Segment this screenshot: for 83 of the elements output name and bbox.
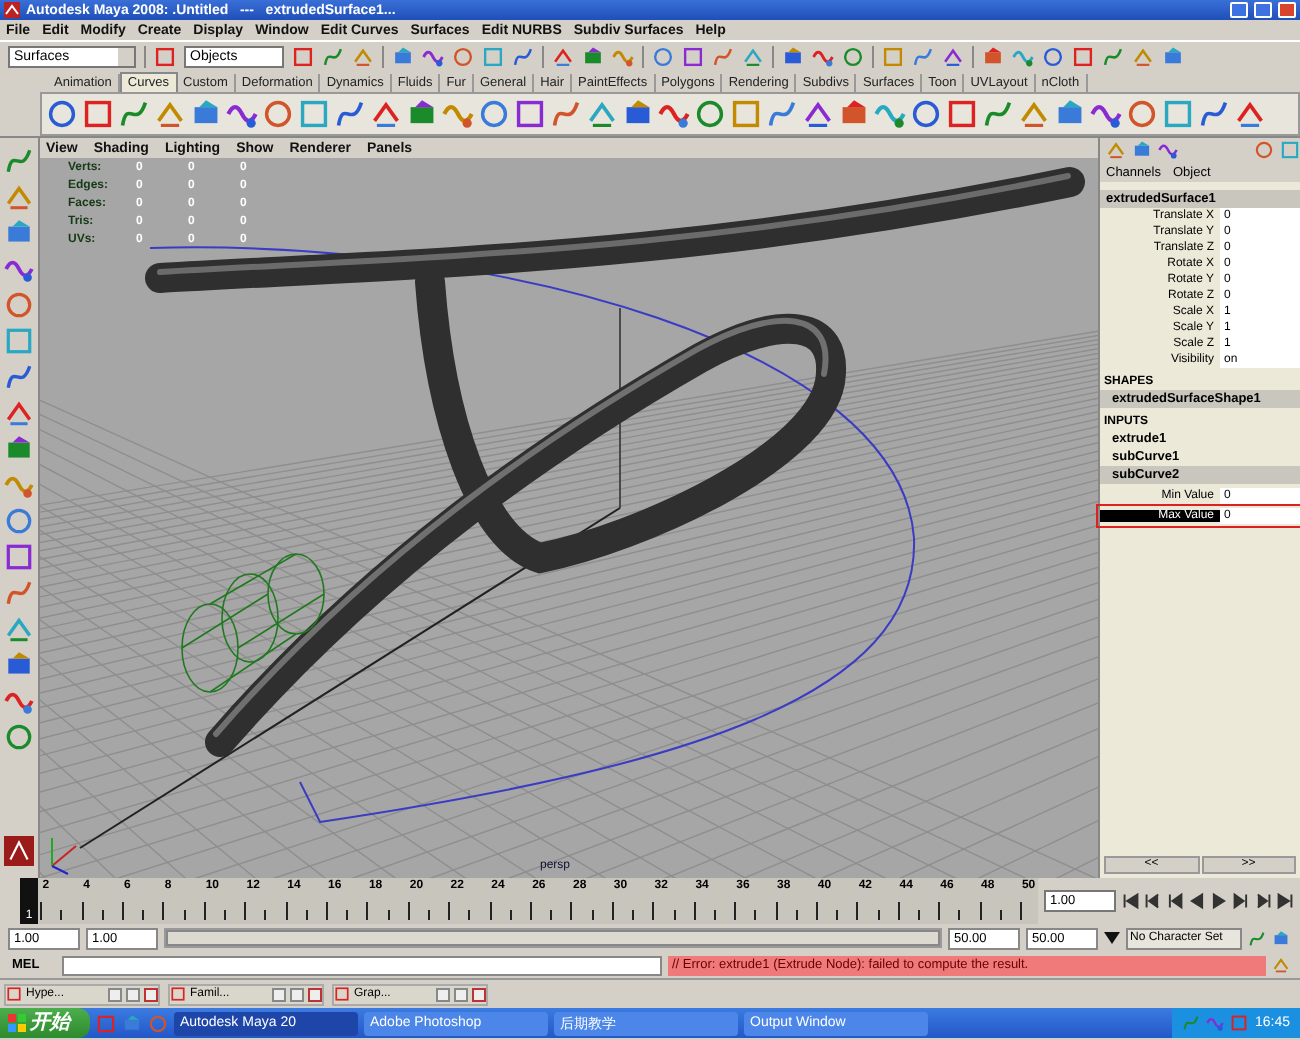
windows-logo-icon xyxy=(8,1014,26,1032)
maya-app-icon[interactable] xyxy=(334,986,350,1002)
status-line-icon[interactable] xyxy=(612,45,634,67)
shelf-tool-icon[interactable] xyxy=(1234,98,1266,130)
status-line-icon[interactable] xyxy=(712,45,734,67)
tray-icon[interactable] xyxy=(1230,1014,1249,1032)
status-line-icon[interactable] xyxy=(812,45,834,67)
restore-button[interactable] xyxy=(272,987,286,1001)
curve-shape-icon[interactable] xyxy=(46,98,78,130)
curve-shape-icon[interactable] xyxy=(118,98,150,130)
wireframe-profile-drawing xyxy=(181,553,325,693)
file-tool-icon[interactable] xyxy=(322,45,344,67)
shelf-tool-icon[interactable] xyxy=(766,98,798,130)
step-forward-key-icon[interactable] xyxy=(1254,892,1272,910)
step-forward-frame-icon[interactable] xyxy=(1232,892,1250,910)
layout-icon[interactable] xyxy=(4,650,34,680)
layout-icon[interactable] xyxy=(4,506,34,536)
status-line-icon[interactable] xyxy=(742,45,764,67)
maximize-button[interactable] xyxy=(126,987,140,1001)
shelf-tool-icon[interactable] xyxy=(1018,98,1050,130)
status-line-icon[interactable] xyxy=(512,45,534,67)
close-button[interactable] xyxy=(472,987,486,1001)
minimize-button[interactable] xyxy=(1230,2,1248,18)
layer-icon[interactable] xyxy=(1254,140,1274,160)
shelf-tool-icon[interactable] xyxy=(478,98,510,130)
shelf-tool-icon[interactable] xyxy=(1162,98,1194,130)
step-back-frame-icon[interactable] xyxy=(1166,892,1184,910)
shelf-tool-icon[interactable] xyxy=(298,98,330,130)
file-tool-icon[interactable] xyxy=(352,45,374,67)
maximize-button[interactable] xyxy=(290,987,304,1001)
curve-shape-icon[interactable] xyxy=(82,98,114,130)
status-line-icon[interactable] xyxy=(1012,45,1034,67)
attribute-icon[interactable] xyxy=(1280,140,1300,160)
shelf-tool-icon[interactable] xyxy=(694,98,726,130)
maya-logo-icon xyxy=(4,836,34,866)
status-line-icon[interactable] xyxy=(912,45,934,67)
shelf-tool-icon[interactable] xyxy=(514,98,546,130)
file-tool-icon[interactable] xyxy=(154,45,176,67)
status-line-icon[interactable] xyxy=(1102,45,1124,67)
shelf-tool-icon[interactable] xyxy=(1198,98,1230,130)
shelf-tool-icon[interactable] xyxy=(550,98,582,130)
layout-icon[interactable] xyxy=(4,614,34,644)
status-line-icon[interactable] xyxy=(422,45,444,67)
shelf-tool-icon[interactable] xyxy=(730,98,762,130)
layout-icon[interactable] xyxy=(4,722,34,752)
maya-app-icon[interactable] xyxy=(170,986,186,1002)
status-line-icon[interactable] xyxy=(1132,45,1154,67)
restore-button[interactable] xyxy=(436,987,450,1001)
close-button[interactable] xyxy=(144,987,158,1001)
layout-icon[interactable] xyxy=(4,578,34,608)
go-to-start-icon[interactable] xyxy=(1122,892,1140,910)
shelf-tool-icon[interactable] xyxy=(370,98,402,130)
shelf-tool-icon[interactable] xyxy=(910,98,942,130)
quick-launch-icon[interactable] xyxy=(122,1013,142,1033)
close-button[interactable] xyxy=(308,987,322,1001)
play-backward-icon[interactable] xyxy=(1188,892,1206,910)
key-icon[interactable] xyxy=(1248,929,1266,947)
status-line-icon[interactable] xyxy=(942,45,964,67)
shelf-tool-icon[interactable] xyxy=(982,98,1014,130)
shelf-tool-icon[interactable] xyxy=(946,98,978,130)
layout-icon[interactable] xyxy=(4,542,34,572)
restore-button[interactable] xyxy=(108,987,122,1001)
shelf-tool-icon[interactable] xyxy=(802,98,834,130)
script-editor-icon[interactable] xyxy=(1272,956,1290,974)
maya-app-icon[interactable] xyxy=(6,986,22,1002)
command-input-field[interactable] xyxy=(62,955,662,975)
maximize-button[interactable] xyxy=(454,987,468,1001)
caret-icon[interactable] xyxy=(1104,932,1120,944)
maya-app-icon xyxy=(4,2,20,18)
go-to-end-icon[interactable] xyxy=(1276,892,1294,910)
cube-icon[interactable] xyxy=(4,434,34,464)
tray-icon[interactable] xyxy=(1206,1014,1225,1032)
file-tool-icon[interactable] xyxy=(292,45,314,67)
axis-icon xyxy=(51,837,77,875)
status-line-icon[interactable] xyxy=(552,45,574,67)
preferences-icon[interactable] xyxy=(1272,929,1290,947)
step-back-key-icon[interactable] xyxy=(1144,892,1162,910)
shelf-tool-icon[interactable] xyxy=(586,98,618,130)
shelf-tool-icon[interactable] xyxy=(1126,98,1158,130)
shelf-tool-icon[interactable] xyxy=(334,98,366,130)
play-forward-icon[interactable] xyxy=(1210,892,1228,910)
shelf-tool-icon[interactable] xyxy=(262,98,294,130)
curve-shape-icon[interactable] xyxy=(154,98,186,130)
